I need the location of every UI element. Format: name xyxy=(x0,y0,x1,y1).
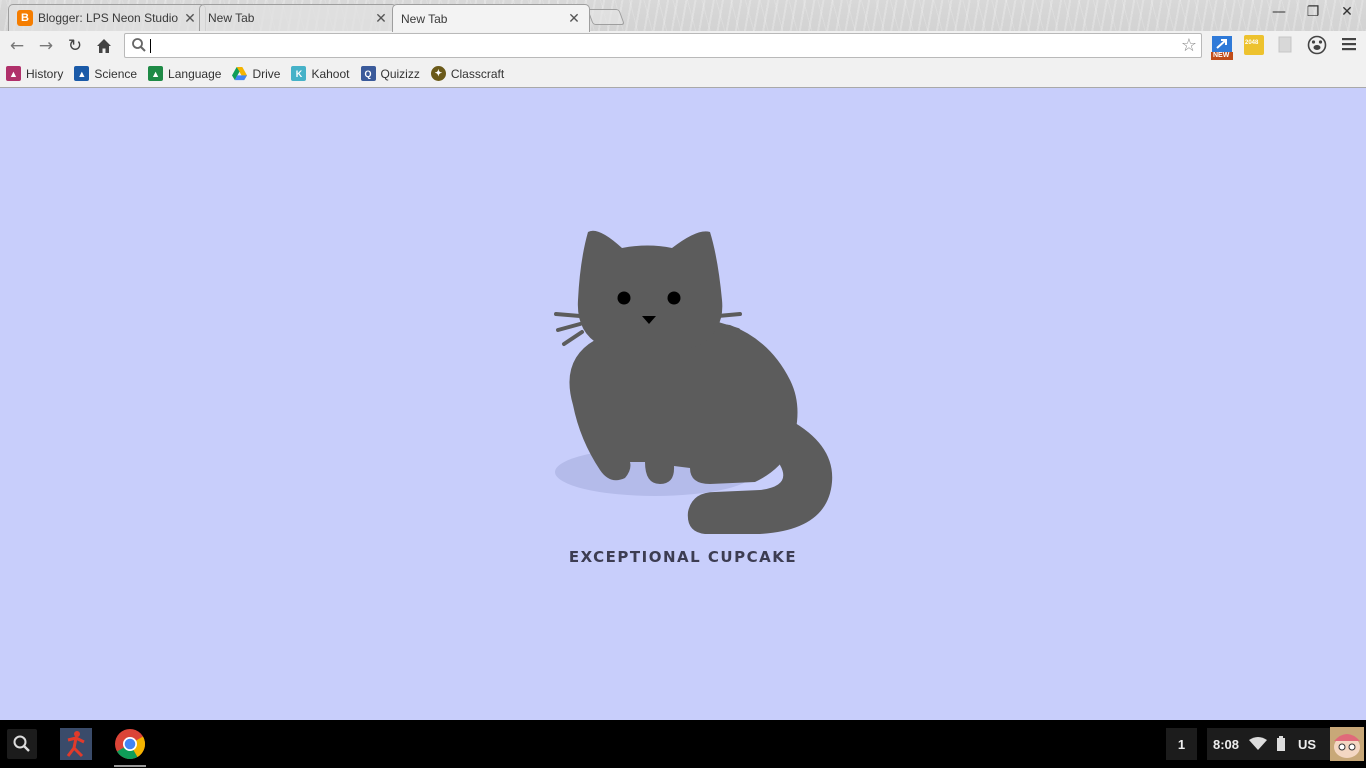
reload-button[interactable]: ↻ xyxy=(64,35,86,57)
battery-icon xyxy=(1277,736,1286,751)
new-tab-button[interactable] xyxy=(587,9,625,25)
cat-name-caption: EXCEPTIONAL CUPCAKE xyxy=(568,548,798,566)
new-extension-button[interactable]: NEW xyxy=(1211,35,1233,60)
paw-extension-button[interactable] xyxy=(1307,35,1327,55)
status-tray[interactable]: 8:08 US xyxy=(1207,728,1335,760)
tab-new-tab-2[interactable]: New Tab ✕ xyxy=(392,4,590,32)
minimize-button[interactable]: — xyxy=(1266,4,1292,20)
classcraft-icon: ✦ xyxy=(430,66,446,81)
bookmark-classcraft[interactable]: ✦ Classcraft xyxy=(430,66,505,81)
search-icon xyxy=(132,38,146,52)
home-icon xyxy=(97,39,111,53)
bookmark-language[interactable]: ▲ Language xyxy=(148,66,221,81)
user-avatar[interactable] xyxy=(1330,727,1364,761)
tab-title: New Tab xyxy=(208,11,255,25)
omnibox-input[interactable] xyxy=(149,36,1169,55)
chrome-app-button[interactable] xyxy=(114,728,146,760)
bookmark-kahoot[interactable]: K Kahoot xyxy=(291,66,350,81)
tab-strip: B Blogger: LPS Neon Studio ✕ New Tab ✕ N… xyxy=(0,0,1366,32)
clock-time: 8:08 xyxy=(1213,736,1240,752)
chrome-menu-button[interactable] xyxy=(1340,35,1360,55)
forward-button[interactable]: → xyxy=(35,35,57,57)
2048-extension-button[interactable]: 2048 xyxy=(1244,35,1264,55)
active-app-indicator xyxy=(114,765,146,767)
app-shortcut[interactable] xyxy=(60,728,92,760)
tab-title: New Tab xyxy=(401,11,448,26)
bookmark-drive[interactable]: Drive xyxy=(232,66,280,81)
bookmark-label: Kahoot xyxy=(311,66,350,81)
blogger-icon: B xyxy=(17,10,33,26)
paw-icon xyxy=(1307,35,1327,55)
close-icon[interactable]: ✕ xyxy=(567,10,581,27)
search-icon xyxy=(13,735,30,752)
runner-app-icon xyxy=(60,728,92,760)
bookmark-label: History xyxy=(26,66,64,81)
close-icon[interactable]: ✕ xyxy=(183,10,197,27)
kahoot-icon: K xyxy=(291,66,307,81)
restore-button[interactable]: ❐ xyxy=(1300,4,1326,20)
back-button[interactable]: ← xyxy=(6,35,28,57)
cat-illustration xyxy=(554,230,833,534)
2048-icon: 2048 xyxy=(1245,40,1259,46)
new-tab-page: EXCEPTIONAL CUPCAKE xyxy=(0,88,1366,720)
wifi-icon xyxy=(1249,737,1268,750)
bookmark-science[interactable]: ▲ Science xyxy=(74,66,137,81)
cat-eye-right xyxy=(667,291,681,305)
person-icon: ▲ xyxy=(74,66,90,81)
notification-count[interactable]: 1 xyxy=(1166,728,1197,760)
close-window-button[interactable]: ✕ xyxy=(1334,4,1360,20)
tab-title: Blogger: LPS Neon Studio xyxy=(38,11,179,25)
person-icon: ▲ xyxy=(148,66,164,81)
document-icon xyxy=(1278,36,1292,53)
bookmarks-bar: ▲ History ▲ Science ▲ Language Drive K K… xyxy=(0,60,1366,87)
toolbar: ← → ↻ ☆ NEW 2048 xyxy=(0,31,1366,60)
bookmark-label: Language xyxy=(168,66,222,81)
bookmark-label: Drive xyxy=(252,66,281,81)
bookmark-quizizz[interactable]: Q Quizizz xyxy=(360,66,420,81)
bookmark-label: Quizizz xyxy=(380,66,420,81)
tab-new-tab-1[interactable]: New Tab ✕ xyxy=(199,4,397,31)
bookmark-label: Science xyxy=(94,66,138,81)
drive-icon xyxy=(232,66,248,81)
launcher-button[interactable] xyxy=(7,729,37,759)
new-badge: NEW xyxy=(1213,52,1230,59)
close-icon[interactable]: ✕ xyxy=(374,10,388,27)
chrome-icon xyxy=(115,729,146,760)
bookmark-star-icon[interactable]: ☆ xyxy=(1181,35,1197,56)
text-caret xyxy=(150,39,151,53)
avatar-icon xyxy=(1330,727,1364,761)
tab-blogger[interactable]: B Blogger: LPS Neon Studio ✕ xyxy=(8,4,206,31)
input-locale: US xyxy=(1298,736,1317,752)
bookmark-label: Classcraft xyxy=(450,66,505,81)
system-shelf: 1 8:08 US xyxy=(0,720,1366,768)
browser-frame: B Blogger: LPS Neon Studio ✕ New Tab ✕ N… xyxy=(0,0,1366,88)
extension-icon-faded[interactable] xyxy=(1276,35,1296,55)
hamburger-icon xyxy=(1342,38,1356,51)
cat-eye-left xyxy=(617,291,631,305)
bookmark-history[interactable]: ▲ History xyxy=(6,66,63,81)
home-button[interactable] xyxy=(93,35,115,57)
person-icon: ▲ xyxy=(6,66,21,81)
omnibox[interactable]: ☆ xyxy=(124,33,1202,58)
quizizz-icon: Q xyxy=(360,66,376,81)
